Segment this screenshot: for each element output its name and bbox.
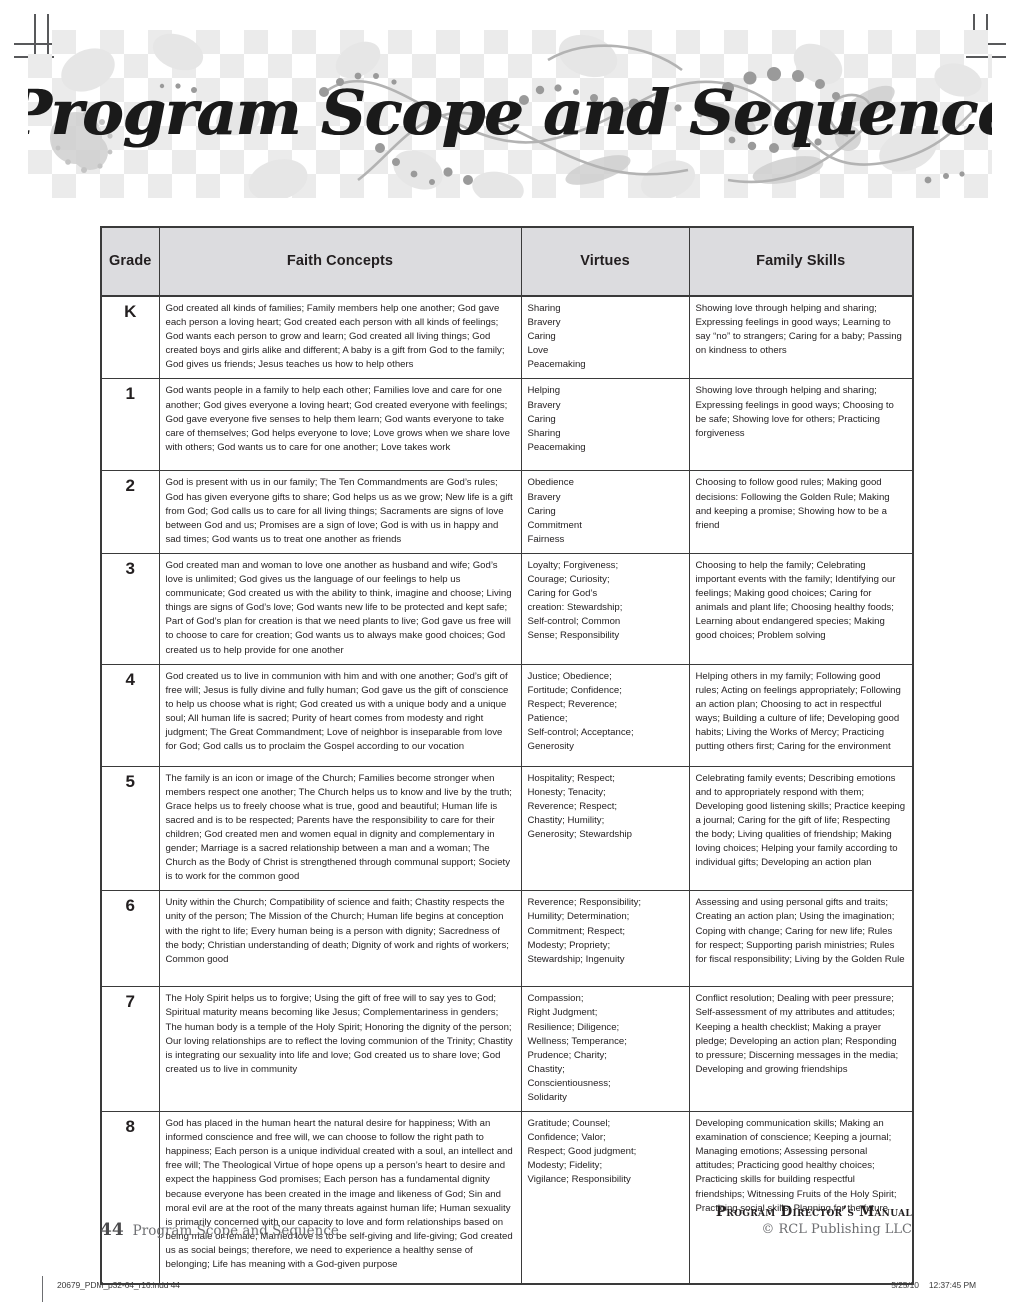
slug-timestamp-group: 5/25/10 12:37:45 PM [891,1280,976,1290]
column-header-family-skills: Family Skills [688,226,914,297]
table-row: 5 The family is an icon or image of the … [100,765,914,892]
grade-label: 3 [100,552,160,665]
faith-concepts-cell: God wants people in a family to help eac… [158,378,522,472]
faith-concepts-cell: God created all kinds of families; Famil… [158,295,522,380]
footer-section-label: Program Scope and Sequence [132,1223,339,1239]
page-title: Program Scope and Sequence [28,75,992,149]
slug-date: 5/25/10 [891,1280,919,1290]
family-skills-cell: Choosing to follow good rules; Making go… [688,470,914,554]
scope-and-sequence-table: Grade Faith Concepts Virtues Family Skil… [100,226,914,1286]
grade-label: K [100,295,160,380]
table-row: K God created all kinds of families; Fam… [100,295,914,380]
manual-title: Program Director’s Manual [715,1204,912,1220]
virtues-cell: Hospitality; Respect; Honesty; Tenacity;… [520,765,690,892]
family-skills-cell: Showing love through helping and sharing… [688,295,914,380]
faith-concepts-cell: God has placed in the human heart the na… [158,1111,522,1285]
faith-concepts-cell: God created us to live in communion with… [158,663,522,767]
slug-time: 12:37:45 PM [928,1280,976,1290]
print-slug-bar: 20679_PDM_p32-64_r16.indd 44 5/25/10 12:… [42,1276,980,1302]
faith-concepts-cell: Unity within the Church; Compatibility o… [158,890,522,988]
virtues-cell: Loyalty; Forgiveness; Courage; Curiosity… [520,552,690,665]
grade-label: 4 [100,663,160,767]
page-number: 44 [100,1220,124,1240]
grade-label: 6 [100,890,160,988]
virtues-cell: Gratitude; Counsel; Confidence; Valor; R… [520,1111,690,1285]
family-skills-cell: Helping others in my family; Following g… [688,663,914,767]
family-skills-cell: Assessing and using personal gifts and t… [688,890,914,988]
family-skills-cell: Choosing to help the family; Celebrating… [688,552,914,665]
virtues-cell: Obedience Bravery Caring Commitment Fair… [520,470,690,554]
virtues-cell: Justice; Obedience; Fortitude; Confidenc… [520,663,690,767]
table-row: 7 The Holy Spirit helps us to forgive; U… [100,986,914,1113]
table-row: 3 God created man and woman to love one … [100,552,914,665]
grade-label: 8 [100,1111,160,1285]
footer-right-group: Program Director’s Manual © RCL Publishi… [716,1204,912,1237]
column-header-grade: Grade [100,226,160,297]
table-row: 8 God has placed in the human heart the … [100,1111,914,1285]
family-skills-cell: Conflict resolution; Dealing with peer p… [688,986,914,1113]
grade-label: 2 [100,470,160,554]
grade-label: 1 [100,378,160,472]
table-row: 4 God created us to live in communion wi… [100,663,914,767]
scope-and-sequence-table-wrapper: Grade Faith Concepts Virtues Family Skil… [100,226,914,1286]
copyright-notice: © RCL Publishing LLC [761,1222,912,1237]
faith-concepts-cell: The family is an icon or image of the Ch… [158,765,522,892]
table-body: K God created all kinds of families; Fam… [100,295,914,1285]
grade-label: 5 [100,765,160,892]
column-header-virtues: Virtues [520,226,690,297]
faith-concepts-cell: God is present with us in our family; Th… [158,470,522,554]
family-skills-cell: Developing communication skills; Making … [688,1111,914,1285]
virtues-cell: Helping Bravery Caring Sharing Peacemaki… [520,378,690,472]
virtues-cell: Compassion; Right Judgment; Resilience; … [520,986,690,1113]
column-header-faith-concepts: Faith Concepts [158,226,522,297]
family-skills-cell: Celebrating family events; Describing em… [688,765,914,892]
footer-left-group: 44 Program Scope and Sequence [100,1220,339,1240]
page-header-banner: Program Scope and Sequence [28,30,992,198]
virtues-cell: Sharing Bravery Caring Love Peacemaking [520,295,690,380]
table-header-row: Grade Faith Concepts Virtues Family Skil… [100,226,914,297]
family-skills-cell: Showing love through helping and sharing… [688,378,914,472]
page-footer: 44 Program Scope and Sequence Program Di… [100,1204,912,1252]
grade-label: 7 [100,986,160,1113]
table-row: 2 God is present with us in our family; … [100,470,914,554]
faith-concepts-cell: The Holy Spirit helps us to forgive; Usi… [158,986,522,1113]
table-row: 1 God wants people in a family to help e… [100,378,914,472]
table-row: 6 Unity within the Church; Compatibility… [100,890,914,988]
virtues-cell: Reverence; Responsibility; Humility; Det… [520,890,690,988]
faith-concepts-cell: God created man and woman to love one an… [158,552,522,665]
slug-filename: 20679_PDM_p32-64_r16.indd 44 [57,1280,180,1290]
